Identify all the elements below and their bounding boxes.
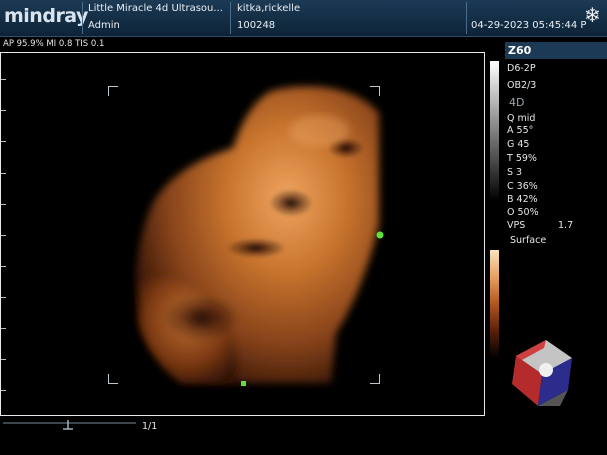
acoustic-params: AP 95.9% MI 0.8 TIS 0.1 <box>3 39 105 49</box>
institution-name: Little Miracle 4d Ultrasou... <box>88 3 223 14</box>
param-row: Q mid <box>507 113 536 124</box>
vps-label: VPS <box>507 220 526 231</box>
snowflake-icon[interactable]: ❄ <box>584 3 601 27</box>
patient-id: 100248 <box>237 20 276 31</box>
param-row: A 55° <box>507 125 534 136</box>
render-mode: Surface <box>510 235 547 246</box>
header-divider <box>466 2 467 34</box>
param-row: T 59% <box>507 153 537 164</box>
parameter-panel: Z60 D6-2P OB2/3 4D Q mid A 55° G 45 T 59… <box>488 40 607 455</box>
vps-value: 1.7 <box>558 220 574 231</box>
image-viewport[interactable] <box>0 52 485 416</box>
tint-color-bar <box>490 250 499 358</box>
header-bar: mindray Little Miracle 4d Ultrasou... Ad… <box>0 0 607 37</box>
green-marker-dot[interactable] <box>376 231 384 239</box>
green-marker-square[interactable] <box>241 381 246 386</box>
orientation-cube-icon[interactable] <box>508 334 576 410</box>
header-divider <box>82 2 83 34</box>
grayscale-bar <box>490 61 499 201</box>
probe-label: D6-2P <box>507 63 536 74</box>
datetime: 04-29-2023 05:45:44 P <box>471 20 587 31</box>
param-row: B 42% <box>507 194 538 205</box>
param-row: O 50% <box>507 207 539 218</box>
operator-name: Admin <box>88 20 120 31</box>
param-row: S 3 <box>507 167 523 178</box>
param-row: C 36% <box>507 181 538 192</box>
header-divider <box>230 2 231 34</box>
patient-name: kitka,rickelle <box>237 3 301 14</box>
fetal-3d-render <box>135 86 384 386</box>
page-indicator: 1/1 <box>142 421 158 432</box>
param-row: G 45 <box>507 139 530 150</box>
brand-logo: mindray <box>4 5 88 27</box>
exam-label: OB2/3 <box>507 80 537 91</box>
probe-badge: Z60 <box>505 42 607 59</box>
frame-slider[interactable] <box>3 418 136 430</box>
mode-label: 4D <box>509 96 525 109</box>
